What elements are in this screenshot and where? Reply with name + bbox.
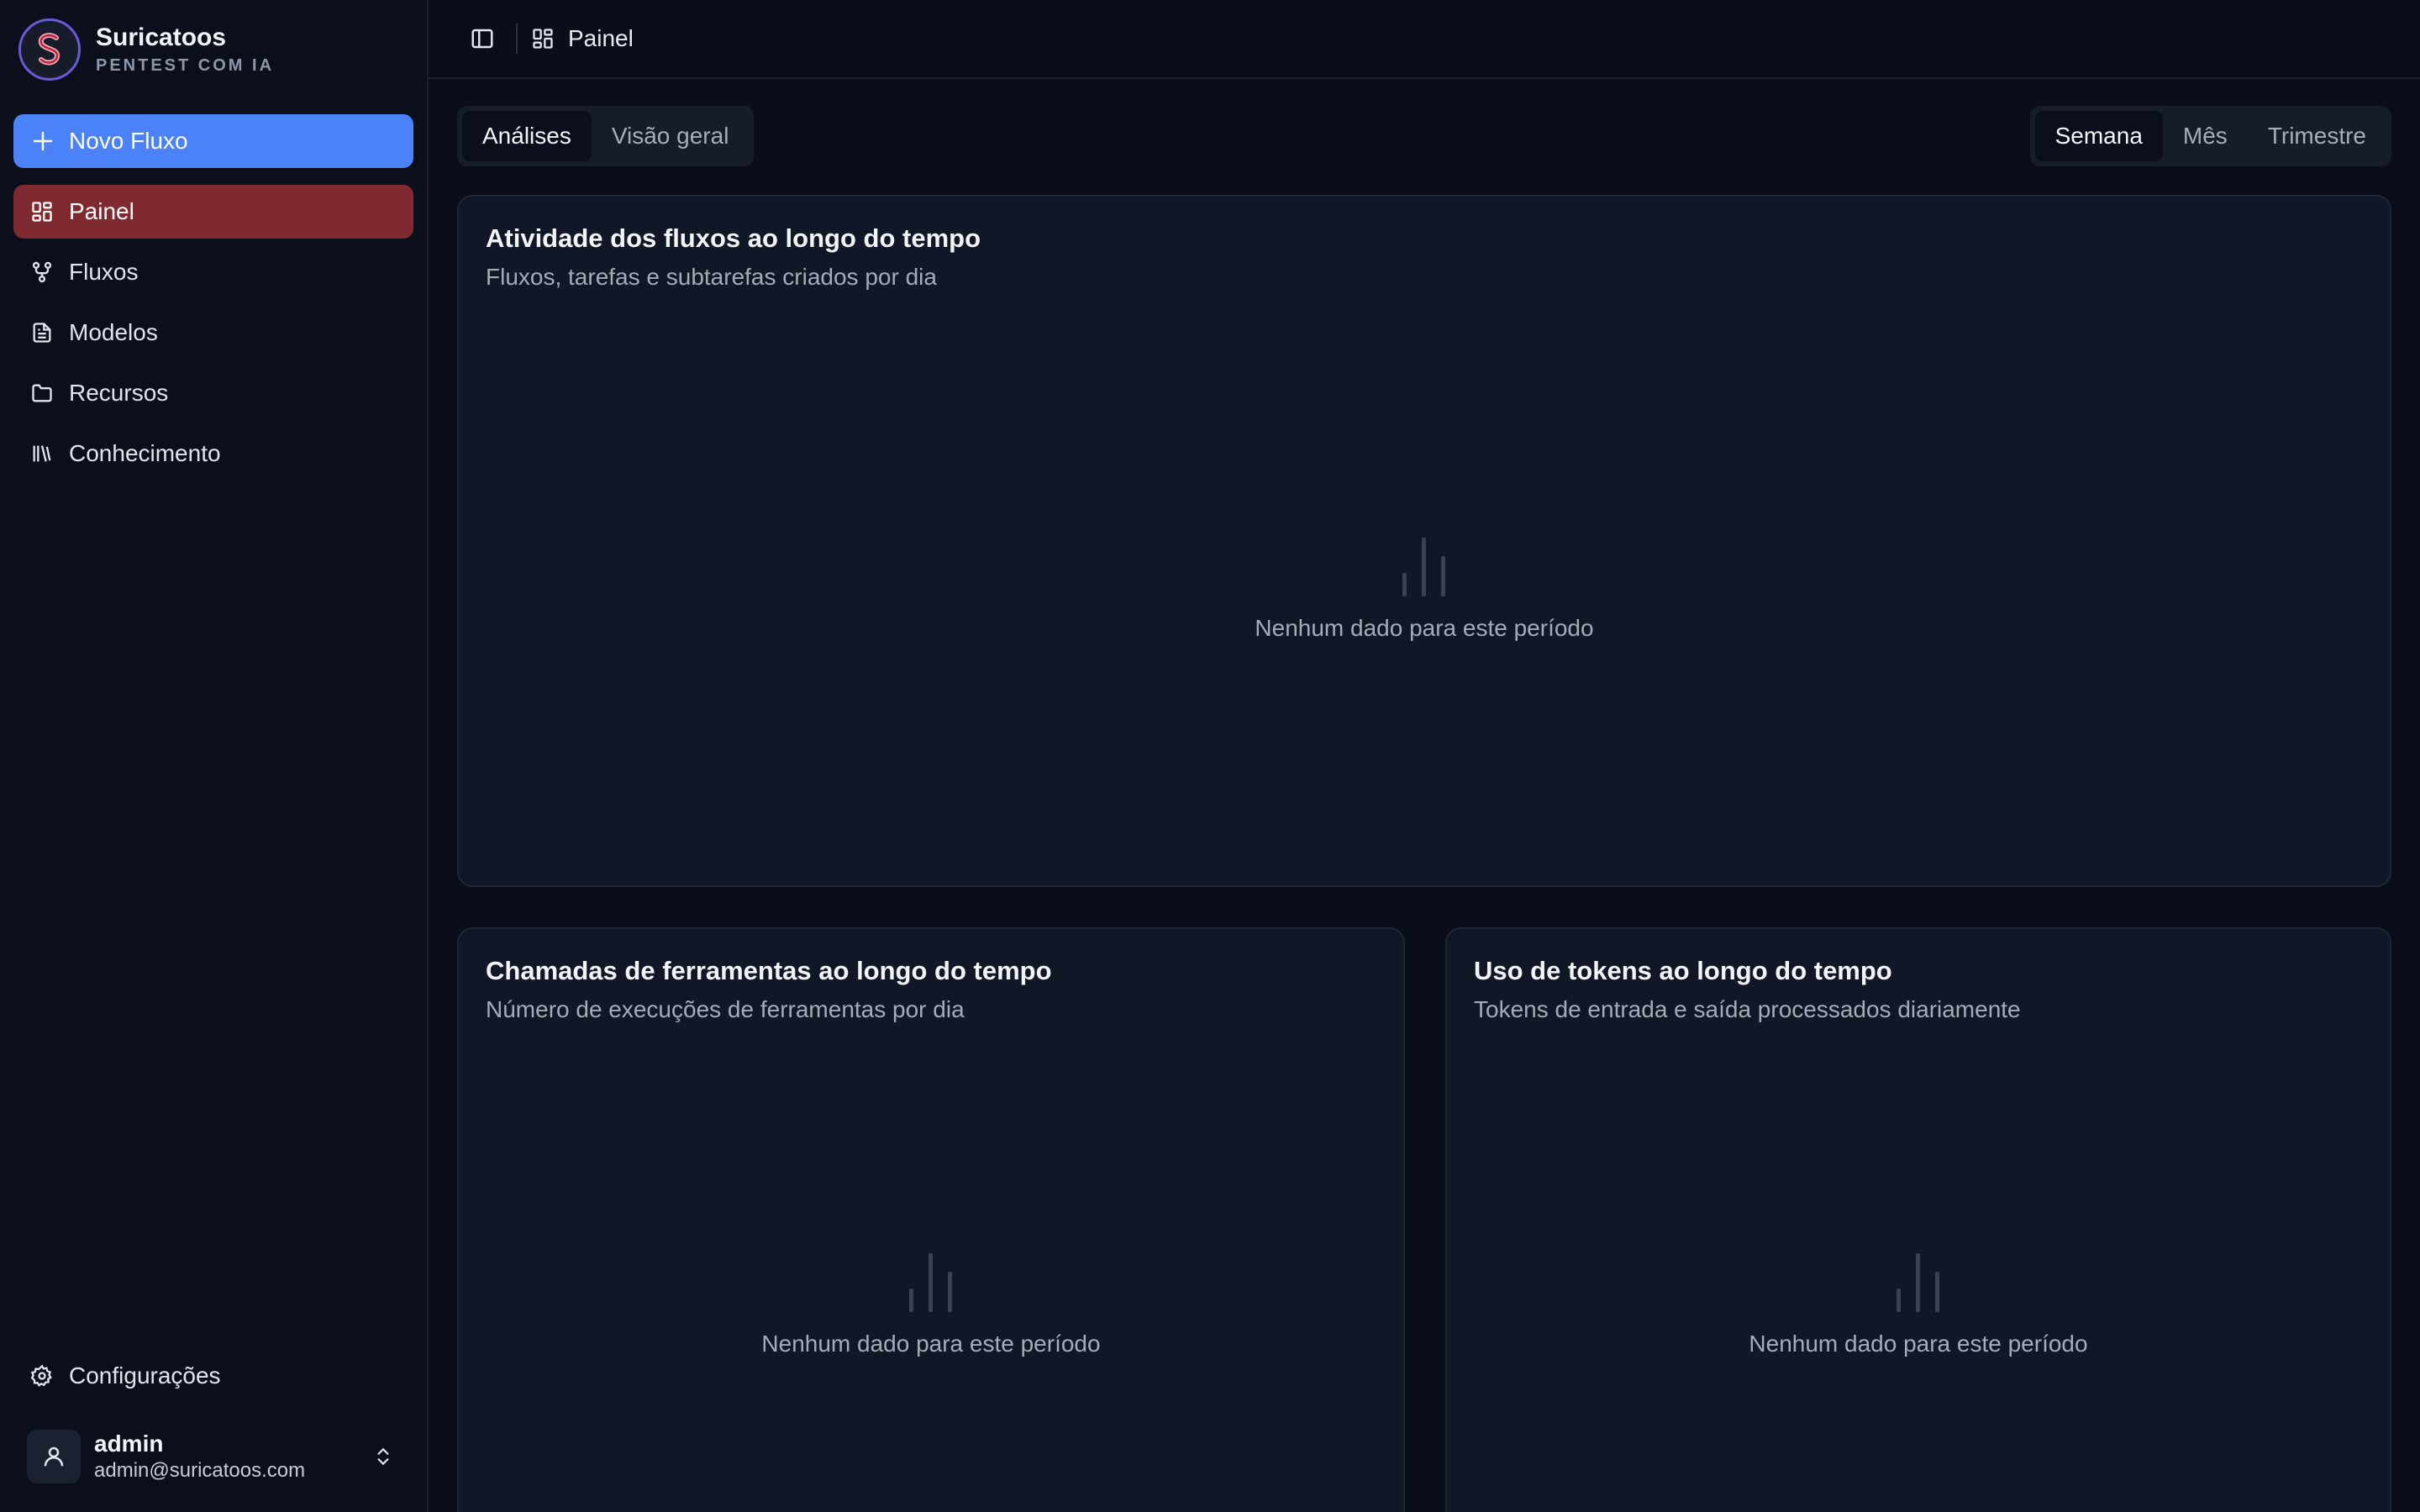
panel-left-icon xyxy=(471,29,493,49)
brand[interactable]: Suricatoos PENTEST COM IA xyxy=(0,0,427,99)
bar-chart-icon xyxy=(1402,538,1445,596)
tool-calls-chart-card: Chamadas de ferramentas ao longo do temp… xyxy=(457,927,1405,1512)
bar-chart-icon xyxy=(1897,1253,1939,1312)
tabs-row: Análises Visão geral Semana Mês Trimestr… xyxy=(457,106,2391,166)
brand-text: Suricatoos PENTEST COM IA xyxy=(96,23,274,76)
empty-state: Nenhum dado para este período xyxy=(459,538,2390,642)
library-icon xyxy=(29,440,55,467)
workflow-icon xyxy=(29,259,55,286)
sidebar-item-label: Painel xyxy=(69,198,134,224)
bar-chart-icon xyxy=(909,1253,952,1312)
empty-message: Nenhum dado para este período xyxy=(761,1331,1101,1357)
sidebar-footer: Configurações admin admin@suricatoos.com xyxy=(0,1349,427,1512)
card-subtitle: Fluxos, tarefas e subtarefas criados por… xyxy=(486,264,937,290)
user-menu[interactable]: admin admin@suricatoos.com xyxy=(13,1415,413,1499)
tab-semana[interactable]: Semana xyxy=(2034,111,2163,161)
dashboard-icon xyxy=(531,26,556,51)
file-text-icon xyxy=(29,319,55,346)
dashboard-icon xyxy=(29,198,55,225)
card-subtitle: Tokens de entrada e saída processados di… xyxy=(1474,996,2021,1022)
user-email: admin@suricatoos.com xyxy=(94,1459,306,1482)
sidebar-item-label: Modelos xyxy=(69,319,158,345)
sidebar-item-fluxos[interactable]: Fluxos xyxy=(13,245,413,299)
tab-trimestre[interactable]: Trimestre xyxy=(2248,111,2386,161)
brand-name: Suricatoos xyxy=(96,24,227,51)
sidebar-toggle-button[interactable] xyxy=(459,15,506,62)
sidebar-item-painel[interactable]: Painel xyxy=(13,185,413,239)
period-tabs: Semana Mês Trimestre xyxy=(2029,106,2391,166)
activity-chart-card: Atividade dos fluxos ao longo do tempo F… xyxy=(457,195,2391,887)
sidebar-item-label: Fluxos xyxy=(69,259,139,285)
main-content: Painel Análises Visão geral Semana Mês T… xyxy=(429,0,2420,1512)
sidebar-item-conhecimento[interactable]: Conhecimento xyxy=(13,427,413,480)
empty-message: Nenhum dado para este período xyxy=(1255,615,1594,641)
empty-state: Nenhum dado para este período xyxy=(1447,1253,2390,1357)
sidebar-item-label: Conhecimento xyxy=(69,440,221,466)
tab-analises[interactable]: Análises xyxy=(462,111,592,161)
sidebar-item-recursos[interactable]: Recursos xyxy=(13,366,413,420)
settings-button[interactable]: Configurações xyxy=(13,1349,413,1403)
new-flow-label: Novo Fluxo xyxy=(69,128,188,154)
gear-icon xyxy=(29,1362,55,1389)
view-tabs: Análises Visão geral xyxy=(457,106,755,166)
sidebar: Suricatoos PENTEST COM IA Novo Fluxo Pai… xyxy=(0,0,429,1512)
user-info: admin admin@suricatoos.com xyxy=(94,1430,366,1483)
topbar: Painel xyxy=(429,0,2420,79)
tab-mes[interactable]: Mês xyxy=(2163,111,2248,161)
settings-label: Configurações xyxy=(69,1362,221,1389)
brand-logo-icon xyxy=(18,18,81,81)
breadcrumb-label: Painel xyxy=(568,25,634,51)
chevrons-up-down-icon[interactable] xyxy=(366,1440,400,1473)
new-flow-button[interactable]: Novo Fluxo xyxy=(13,114,413,168)
empty-message: Nenhum dado para este período xyxy=(1749,1331,2088,1357)
card-title: Atividade dos fluxos ao longo do tempo xyxy=(486,223,981,253)
brand-subtitle: PENTEST COM IA xyxy=(96,56,275,75)
app: Suricatoos PENTEST COM IA Novo Fluxo Pai… xyxy=(0,0,2420,1512)
card-subtitle: Número de execuções de ferramentas por d… xyxy=(486,996,965,1022)
tab-visao-geral[interactable]: Visão geral xyxy=(592,111,750,161)
token-usage-chart-card: Uso de tokens ao longo do tempo Tokens d… xyxy=(1445,927,2391,1512)
avatar xyxy=(27,1430,81,1483)
card-title: Uso de tokens ao longo do tempo xyxy=(1474,956,1892,985)
sidebar-nav: Painel Fluxos Modelos Recursos Conhecime… xyxy=(0,185,427,487)
breadcrumb: Painel xyxy=(531,25,634,52)
user-name: admin xyxy=(94,1431,164,1457)
user-icon xyxy=(44,1446,64,1467)
sidebar-item-modelos[interactable]: Modelos xyxy=(13,306,413,360)
card-title: Chamadas de ferramentas ao longo do temp… xyxy=(486,956,1052,985)
sidebar-item-label: Recursos xyxy=(69,380,169,406)
plus-icon xyxy=(33,131,53,151)
divider xyxy=(516,24,518,54)
empty-state: Nenhum dado para este período xyxy=(459,1253,1403,1357)
folder-icon xyxy=(29,380,55,407)
